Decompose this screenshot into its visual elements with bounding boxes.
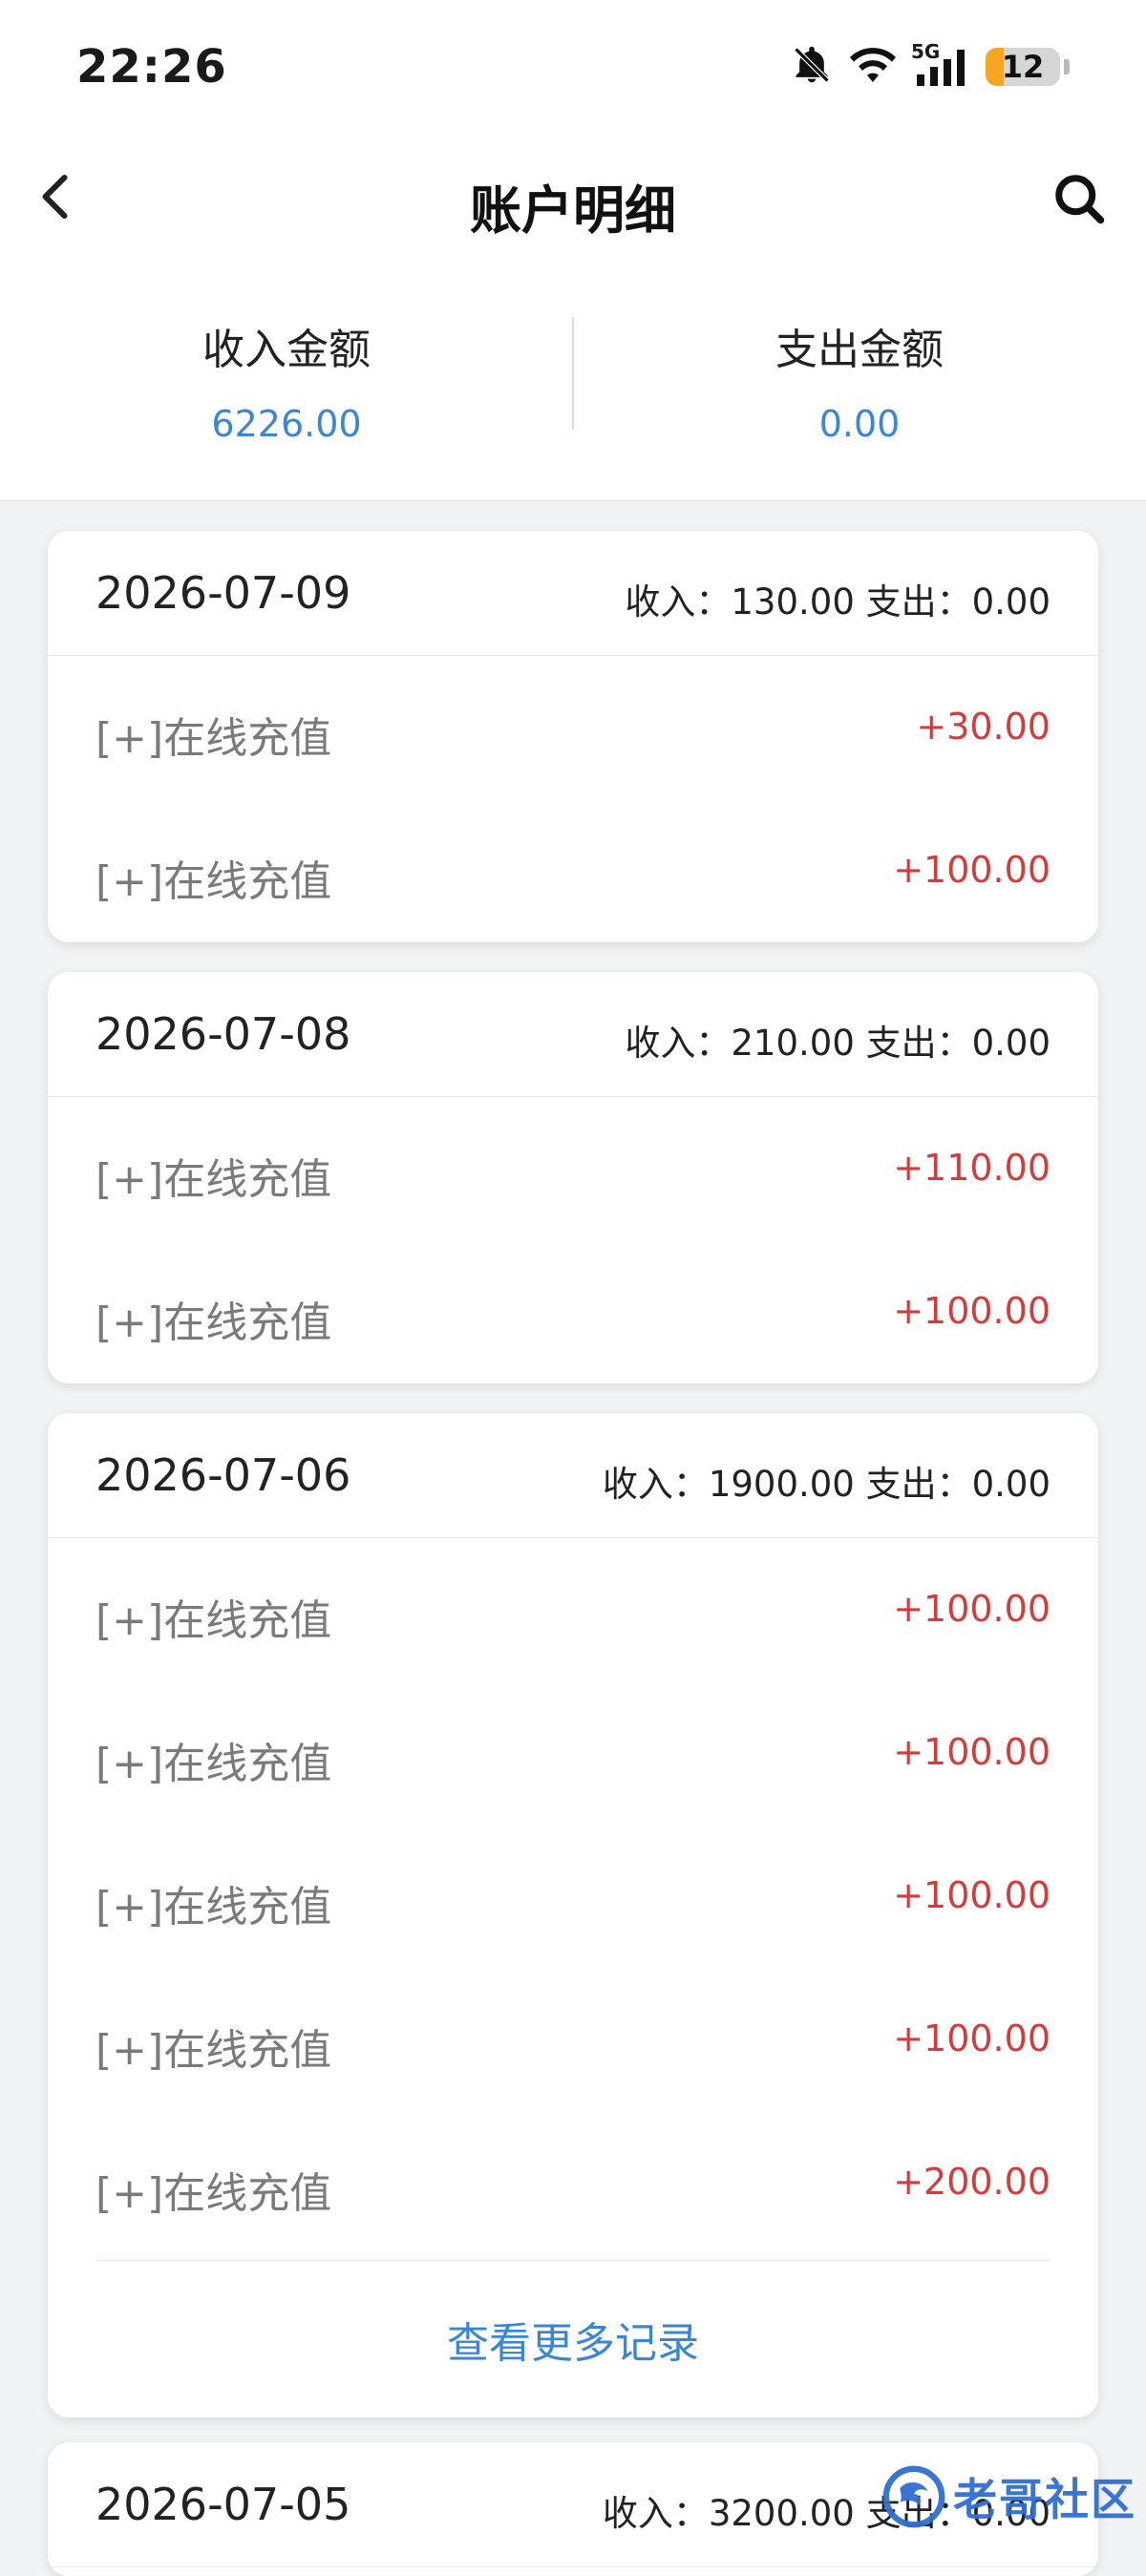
transaction-label: [+]在线充值 [96,714,332,763]
network-type: 5G [911,40,941,63]
watermark: 老哥社区 [881,2463,1136,2530]
transaction-amount: +100.00 [893,1588,1050,1630]
transaction-label: [+]在线充值 [96,1883,332,1932]
day-card: 2026-07-06 收入：1900.00 支出：0.00 [+]在线充值 +1… [48,1413,1098,2418]
page-title: 账户明细 [470,180,676,241]
expense-label: 支出金额 [775,326,944,374]
signal-icon: 5G [911,40,970,86]
transaction-row[interactable]: [+]在线充值 +100.00 [48,1240,1098,1383]
day-card-header: 2026-07-06 收入：1900.00 支出：0.00 [48,1413,1098,1538]
transaction-amount: +100.00 [893,2017,1050,2059]
transaction-amount: +100.00 [893,1874,1050,1916]
day-date: 2026-07-08 [96,1008,351,1060]
day-stats: 收入：130.00 支出：0.00 [625,581,1050,623]
watermark-text: 老哥社区 [953,2474,1136,2525]
income-summary: 收入金额 6226.00 [0,315,573,445]
day-card: 2026-07-08 收入：210.00 支出：0.00 [+]在线充值 +11… [48,972,1098,1383]
wifi-icon [848,44,898,90]
search-icon [1055,175,1105,224]
transaction-row[interactable]: [+]在线充值 +100.00 [48,799,1098,942]
battery-icon: 12 [986,48,1060,86]
nav-bar: 账户明细 [0,134,1146,267]
day-stats: 收入：210.00 支出：0.00 [625,1023,1050,1064]
transaction-amount: +100.00 [893,1731,1050,1773]
transaction-label: [+]在线充值 [96,857,332,906]
transaction-label: [+]在线充值 [96,2169,332,2218]
day-stats: 收入：1900.00 支出：0.00 [602,1464,1050,1505]
income-amount: 6226.00 [211,403,362,445]
view-more-records-link[interactable]: 查看更多记录 [48,2261,1098,2418]
status-bar: 22:26 5G 12 [0,0,1146,134]
day-card-header: 2026-07-08 收入：210.00 支出：0.00 [48,972,1098,1097]
dragon-logo-icon [882,2465,945,2528]
status-icons: 5G 12 [791,38,1070,95]
transaction-amount: +100.00 [893,1290,1050,1332]
transaction-amount: +30.00 [916,706,1050,748]
transaction-row[interactable]: [+]在线充值 +100.00 [48,1538,1098,1681]
transaction-label: [+]在线充值 [96,1155,332,1204]
transaction-row[interactable]: [+]在线充值 +200.00 [48,2111,1098,2254]
battery-level: 12 [1001,49,1045,85]
status-time: 22:26 [76,40,227,94]
day-date: 2026-07-06 [96,1449,351,1501]
bell-muted-icon [791,44,833,90]
transaction-label: [+]在线充值 [96,2026,332,2075]
transaction-row[interactable]: [+]在线充值 +100.00 [48,1968,1098,2111]
expense-summary: 支出金额 0.00 [573,315,1146,445]
day-card: 2026-07-09 收入：130.00 支出：0.00 [+]在线充值 +30… [48,531,1098,942]
expense-amount: 0.00 [818,403,901,445]
transaction-label: [+]在线充值 [96,1596,332,1645]
transaction-row[interactable]: [+]在线充值 +100.00 [48,1825,1098,1968]
day-date: 2026-07-09 [96,567,351,619]
transaction-amount: +100.00 [893,849,1050,891]
transaction-row[interactable]: [+]在线充值 +110.00 [48,1097,1098,1240]
income-label: 收入金额 [202,326,371,374]
transaction-label: [+]在线充值 [96,1299,332,1347]
search-button[interactable] [1050,170,1108,227]
transaction-row[interactable]: [+]在线充值 +30.00 [48,656,1098,799]
transaction-amount: +110.00 [893,1147,1050,1189]
transaction-amount: +200.00 [893,2161,1050,2203]
transaction-row[interactable]: [+]在线充值 +100.00 [48,1681,1098,1825]
balance-summary: 收入金额 6226.00 支出金额 0.00 [0,267,1146,501]
transaction-label: [+]在线充值 [96,1740,332,1788]
day-date: 2026-07-05 [96,2479,351,2530]
day-card-header: 2026-07-09 收入：130.00 支出：0.00 [48,531,1098,656]
